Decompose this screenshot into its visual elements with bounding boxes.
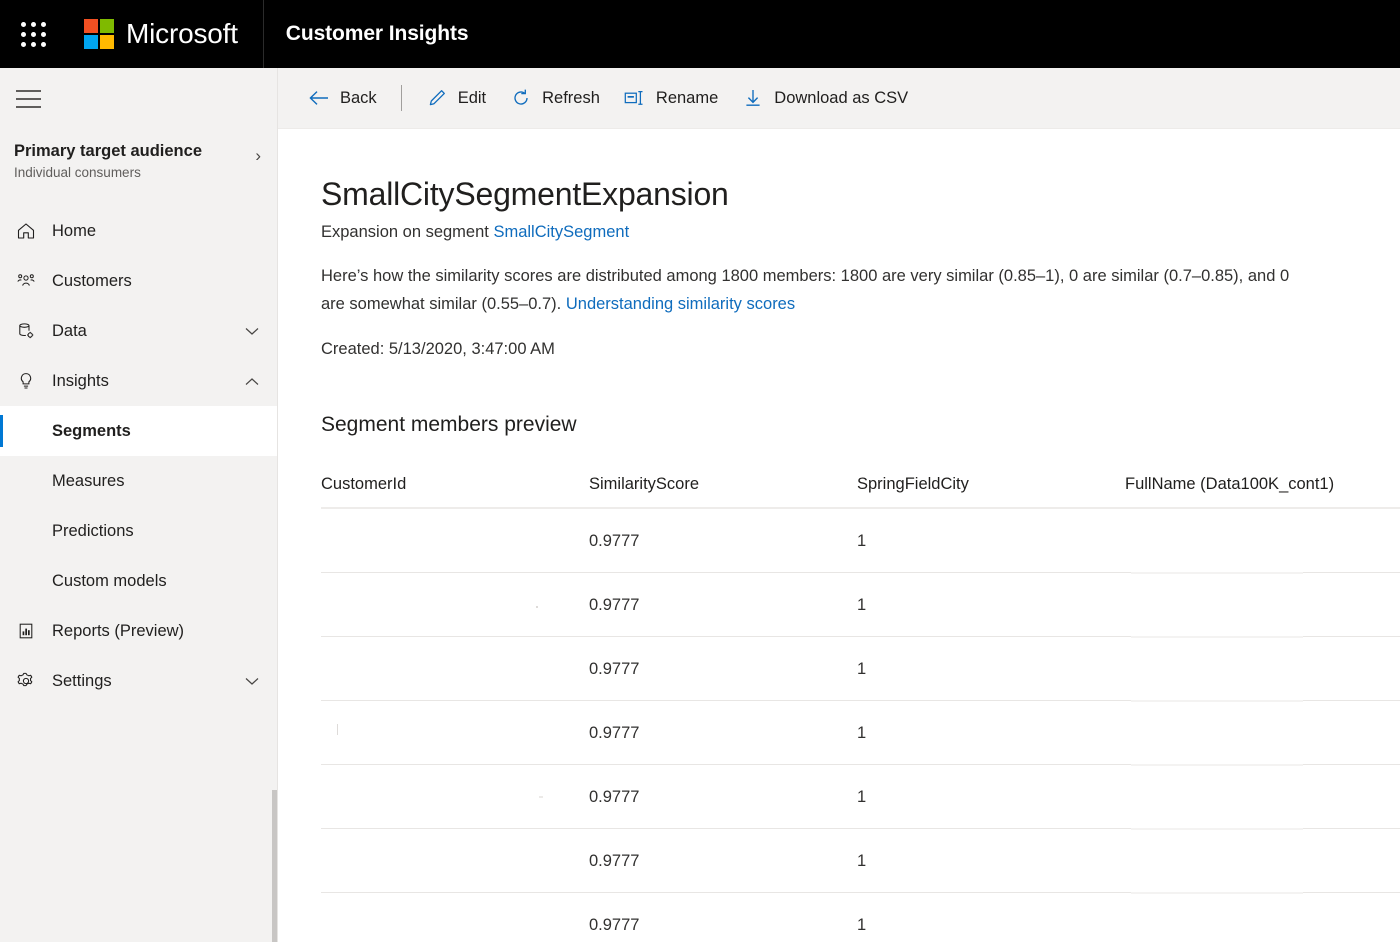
microsoft-logo[interactable]: Microsoft — [84, 18, 238, 50]
cell-similarityscore: 0.9777 — [589, 660, 857, 679]
microsoft-squares-icon — [84, 19, 114, 49]
source-segment-link[interactable]: SmallCitySegment — [493, 223, 629, 241]
app-launcher-icon[interactable] — [9, 10, 57, 58]
subtitle-prefix: Expansion on segment — [321, 223, 493, 241]
suite-header: Microsoft Customer Insights — [0, 0, 1400, 68]
sidebar-item-label: Data — [52, 322, 245, 341]
table-row[interactable]: 0.9777 1 — [321, 830, 1400, 892]
understanding-similarity-scores-link[interactable]: Understanding similarity scores — [566, 295, 795, 313]
edit-button[interactable]: Edit — [414, 76, 498, 120]
sidebar-item-label: Predictions — [52, 522, 277, 541]
home-icon — [14, 219, 38, 243]
microsoft-wordmark: Microsoft — [126, 18, 238, 50]
column-header-customerid[interactable]: CustomerId — [321, 475, 589, 494]
cell-springfieldcity: 1 — [857, 596, 1125, 615]
chevron-up-icon[interactable] — [245, 375, 259, 388]
sidebar-nav-list: Home Customers — [0, 206, 277, 706]
page-title: SmallCitySegmentExpansion — [321, 176, 1400, 213]
refresh-icon — [510, 87, 532, 109]
cell-similarityscore: 0.9777 — [589, 724, 857, 743]
download-csv-label: Download as CSV — [774, 89, 908, 108]
table-row[interactable]: 0.9777 1 — [321, 574, 1400, 636]
sidebar-item-label: Customers — [52, 272, 259, 291]
sidebar-item-label: Segments — [52, 422, 277, 441]
rename-icon — [624, 87, 646, 109]
chevron-right-icon[interactable]: › — [255, 145, 261, 167]
sidebar-item-reports[interactable]: Reports (Preview) — [0, 606, 277, 656]
sidebar-item-customers[interactable]: Customers — [0, 256, 277, 306]
command-divider — [401, 85, 402, 111]
people-icon — [14, 269, 38, 293]
sidebar-item-insights[interactable]: Insights — [0, 356, 277, 406]
cell-springfieldcity: 1 — [857, 916, 1125, 935]
database-icon — [14, 319, 38, 343]
table-row[interactable]: 0.9777 1 — [321, 766, 1400, 828]
table-row[interactable]: 0.9777 1 — [321, 894, 1400, 942]
page-subtitle: Expansion on segment SmallCitySegment — [321, 223, 1400, 242]
audience-subtitle: Individual consumers — [14, 163, 202, 182]
cell-similarityscore: 0.9777 — [589, 852, 857, 871]
sidebar-item-settings[interactable]: Settings — [0, 656, 277, 706]
cell-similarityscore: 0.9777 — [589, 596, 857, 615]
cell-similarityscore: 0.9777 — [589, 532, 857, 551]
cell-springfieldcity: 1 — [857, 852, 1125, 871]
cell-springfieldcity: 1 — [857, 724, 1125, 743]
cell-springfieldcity: 1 — [857, 788, 1125, 807]
rename-button[interactable]: Rename — [612, 76, 730, 120]
sidebar: Primary target audience Individual consu… — [0, 68, 278, 942]
sidebar-item-label: Settings — [52, 672, 245, 691]
sidebar-item-data[interactable]: Data — [0, 306, 277, 356]
audience-title: Primary target audience — [14, 141, 202, 162]
sidebar-item-predictions[interactable]: Predictions — [0, 506, 277, 556]
suite-divider — [263, 0, 264, 68]
command-bar: Back Edit Refresh Rename Download as CSV — [278, 68, 1400, 129]
column-header-springfieldcity[interactable]: SpringFieldCity — [857, 475, 1125, 494]
sidebar-item-label: Home — [52, 222, 259, 241]
cell-similarityscore: 0.9777 — [589, 788, 857, 807]
main-content: SmallCitySegmentExpansion Expansion on s… — [278, 129, 1400, 942]
app-title: Customer Insights — [286, 22, 469, 46]
cell-similarityscore: 0.9777 — [589, 916, 857, 935]
created-timestamp: Created: 5/13/2020, 3:47:00 AM — [321, 340, 1400, 359]
download-csv-button[interactable]: Download as CSV — [730, 76, 920, 120]
download-icon — [742, 87, 764, 109]
section-title: Segment members preview — [321, 413, 1400, 437]
back-label: Back — [340, 89, 377, 108]
cell-springfieldcity: 1 — [857, 532, 1125, 551]
table-row[interactable]: 0.9777 1 — [321, 510, 1400, 572]
sidebar-item-measures[interactable]: Measures — [0, 456, 277, 506]
audience-selector[interactable]: Primary target audience Individual consu… — [0, 141, 277, 182]
refresh-label: Refresh — [542, 89, 600, 108]
arrow-left-icon — [308, 87, 330, 109]
sidebar-item-label: Reports (Preview) — [52, 622, 259, 641]
chevron-down-icon[interactable] — [245, 675, 259, 688]
sidebar-item-label: Measures — [52, 472, 277, 491]
hamburger-menu-icon[interactable] — [16, 75, 64, 123]
table-header-row: CustomerId SimilarityScore SpringFieldCi… — [321, 461, 1400, 507]
sidebar-item-label: Insights — [52, 372, 245, 391]
table-row[interactable]: 0.9777 1 — [321, 638, 1400, 700]
sidebar-item-label: Custom models — [52, 572, 277, 591]
pencil-icon — [426, 87, 448, 109]
edit-label: Edit — [458, 89, 486, 108]
sidebar-item-custom-models[interactable]: Custom models — [0, 556, 277, 606]
sidebar-item-home[interactable]: Home — [0, 206, 277, 256]
gear-icon — [14, 669, 38, 693]
segment-members-table: CustomerId SimilarityScore SpringFieldCi… — [321, 461, 1400, 942]
back-button[interactable]: Back — [296, 76, 389, 120]
rename-label: Rename — [656, 89, 718, 108]
cell-springfieldcity: 1 — [857, 660, 1125, 679]
column-header-similarityscore[interactable]: SimilarityScore — [589, 475, 857, 494]
refresh-button[interactable]: Refresh — [498, 76, 612, 120]
report-icon — [14, 619, 38, 643]
description-text: Here’s how the similarity scores are dis… — [321, 267, 1289, 313]
column-header-fullname[interactable]: FullName (Data100K_cont1) — [1125, 475, 1400, 494]
lightbulb-icon — [14, 369, 38, 393]
table-row[interactable]: 0.9777 1 — [321, 702, 1400, 764]
similarity-description: Here’s how the similarity scores are dis… — [321, 262, 1306, 318]
chevron-down-icon[interactable] — [245, 325, 259, 338]
sidebar-item-segments[interactable]: Segments — [0, 406, 277, 456]
sidebar-scrollbar[interactable] — [272, 790, 277, 942]
